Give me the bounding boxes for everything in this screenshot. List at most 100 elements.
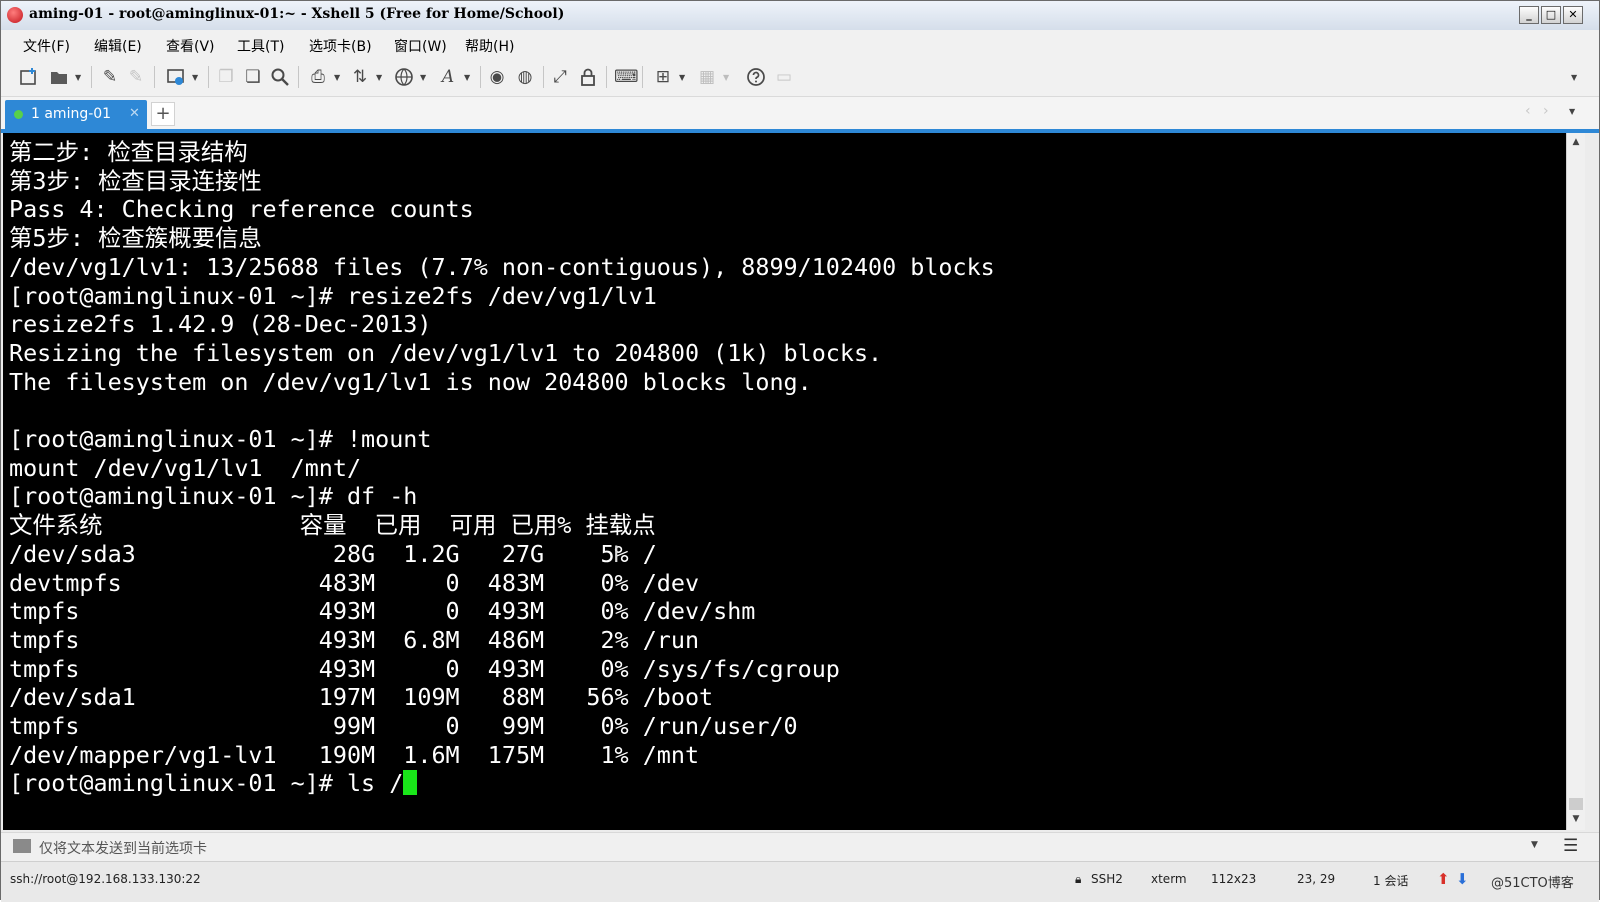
scrollbar-thumb[interactable] xyxy=(1569,798,1583,810)
open-folder-icon[interactable] xyxy=(49,67,69,87)
terminal-lines: 第二步: 检查目录结构 第3步: 检查目录连接性 Pass 4: Checkin… xyxy=(9,138,995,769)
transfer-dropdown-icon[interactable]: ▼ xyxy=(376,73,382,82)
toolbar-separator xyxy=(480,66,481,88)
terminal-line: [root@aminglinux-01 ~]# !mount xyxy=(9,425,432,454)
connected-status-icon xyxy=(14,110,23,119)
print-icon[interactable]: ⎙ xyxy=(308,67,328,87)
connection-address: ssh://root@192.168.133.130:22 xyxy=(10,872,201,886)
terminal-line: tmpfs 99M 0 99M 0% /run/user/0 xyxy=(9,712,798,741)
menu-icon[interactable]: ☰ xyxy=(1563,836,1578,856)
menu-tab[interactable]: 选项卡(B) xyxy=(309,36,372,56)
menu-bar: 文件(F) 编辑(E) 查看(V) 工具(T) 选项卡(B) 窗口(W) 帮助(… xyxy=(1,30,1599,58)
terminal-line: [root@aminglinux-01 ~]# df -h xyxy=(9,482,418,511)
keyboard-icon[interactable]: ⌨ xyxy=(614,67,639,87)
chat-icon: ▭ xyxy=(775,67,793,87)
find-icon[interactable] xyxy=(270,67,290,87)
scroll-up-icon[interactable]: ▲ xyxy=(1568,134,1584,151)
globe-icon[interactable] xyxy=(394,67,414,87)
terminal-type: xterm xyxy=(1151,872,1187,886)
new-tab-button[interactable]: + xyxy=(151,102,175,126)
toolbar-separator xyxy=(208,66,209,88)
menu-file[interactable]: 文件(F) xyxy=(23,36,70,56)
compose-icon[interactable] xyxy=(13,839,31,853)
add-dropdown-icon[interactable]: ▼ xyxy=(679,73,685,82)
new-session-icon[interactable] xyxy=(19,67,39,87)
menu-tools[interactable]: 工具(T) xyxy=(237,36,284,56)
terminal-line: /dev/mapper/vg1-lv1 190M 1.6M 175M 1% /m… xyxy=(9,740,700,769)
print-dropdown-icon[interactable]: ▼ xyxy=(334,73,340,82)
toolbar-separator xyxy=(298,66,299,88)
toolbar-separator xyxy=(606,66,607,88)
terminal-line: 文件系统 容量 已用 可用 已用% 挂载点 xyxy=(9,511,656,540)
properties-dropdown-icon[interactable]: ▼ xyxy=(192,73,198,82)
toolbar-separator xyxy=(642,66,643,88)
protocol-label: SSH2 xyxy=(1091,872,1123,886)
lock-status-icon: 🔒︎ xyxy=(1075,872,1082,886)
menu-edit[interactable]: 编辑(E) xyxy=(94,36,142,56)
terminal-line: resize2fs 1.42.9 (28-Dec-2013) xyxy=(9,310,432,339)
session-count: 1 会话 xyxy=(1373,874,1409,888)
tab-aming-01[interactable]: 1 aming-01 ✕ xyxy=(5,100,147,130)
terminal-size: 112x23 xyxy=(1211,872,1257,886)
paste-icon[interactable]: ❏ xyxy=(243,67,263,87)
terminal-line: Resizing the filesystem on /dev/vg1/lv1 … xyxy=(9,338,883,367)
compose-bar: 仅将文本发送到当前选项卡 ▼ ☰ xyxy=(1,832,1599,861)
tab-label: 1 aming-01 xyxy=(31,106,112,122)
xshell-app-icon[interactable] xyxy=(7,7,23,23)
upload-arrow-icon: ⬆ xyxy=(1437,870,1450,888)
terminal-line: devtmpfs 483M 0 483M 0% /dev xyxy=(9,568,700,597)
properties-icon[interactable] xyxy=(166,67,186,87)
menu-view[interactable]: 查看(V) xyxy=(166,36,215,56)
terminal-line: mount /dev/vg1/lv1 /mnt/ xyxy=(9,453,362,482)
help-icon[interactable] xyxy=(746,67,766,87)
download-arrow-icon: ⬇ xyxy=(1456,870,1469,888)
xftp-icon[interactable]: ◉ xyxy=(487,67,507,87)
font-icon[interactable]: A xyxy=(438,67,458,87)
xshell-window: aming-01 - root@aminglinux-01:~ - Xshell… xyxy=(0,0,1600,902)
lock-icon[interactable] xyxy=(578,67,598,87)
terminal-line: 第3步: 检查目录连接性 xyxy=(9,166,262,195)
font-dropdown-icon[interactable]: ▼ xyxy=(464,73,470,82)
toolbar-overflow-icon[interactable]: ▼ xyxy=(1571,73,1577,82)
maximize-button[interactable]: □ xyxy=(1541,6,1561,24)
terminal-line: /dev/sda3 28G 1.2G 27G 5% / xyxy=(9,539,657,568)
add-icon[interactable]: ⊞ xyxy=(653,67,673,87)
terminal[interactable]: 第二步: 检查目录结构 第3步: 检查目录连接性 Pass 4: Checkin… xyxy=(3,133,1566,830)
pen-icon[interactable]: ✎ xyxy=(100,67,120,87)
chevron-left-icon: ‹ xyxy=(1525,103,1531,119)
title-bar: aming-01 - root@aminglinux-01:~ - Xshell… xyxy=(1,1,1599,31)
menu-window[interactable]: 窗口(W) xyxy=(394,36,447,56)
terminal-line: [root@aminglinux-01 ~]# resize2fs /dev/v… xyxy=(9,281,657,310)
minimize-button[interactable]: _ xyxy=(1519,6,1539,24)
copy-icon: ❐ xyxy=(218,67,234,87)
window-title: aming-01 - root@aminglinux-01:~ - Xshell… xyxy=(29,6,565,22)
fullscreen-icon[interactable]: ⤢ xyxy=(550,67,570,87)
close-icon[interactable]: ✕ xyxy=(129,106,140,121)
xmanager-icon[interactable]: ◍ xyxy=(515,67,535,87)
toolbar-separator xyxy=(543,66,544,88)
scroll-down-icon[interactable]: ▼ xyxy=(1568,811,1584,828)
terminal-line: 第二步: 检查目录结构 xyxy=(9,138,248,166)
compose-input[interactable]: 仅将文本发送到当前选项卡 xyxy=(39,838,207,858)
menu-help[interactable]: 帮助(H) xyxy=(465,36,514,56)
transfer-icon[interactable]: ⇅ xyxy=(350,67,370,87)
terminal-line: /dev/sda1 197M 109M 88M 56% /boot xyxy=(9,683,714,712)
terminal-scrollbar[interactable]: ▲ ▼ xyxy=(1566,133,1585,830)
compose-dropdown-icon[interactable]: ▼ xyxy=(1531,840,1538,850)
terminal-line: 第5步: 检查簇概要信息 xyxy=(9,224,262,253)
terminal-line: tmpfs 493M 0 493M 0% /sys/fs/cgroup xyxy=(9,654,840,683)
open-dropdown-icon[interactable]: ▼ xyxy=(75,73,81,82)
layout-dropdown-icon: ▼ xyxy=(723,73,730,82)
status-bar: ssh://root@192.168.133.130:22 🔒︎ SSH2 xt… xyxy=(1,861,1599,902)
terminal-cursor xyxy=(403,770,418,796)
terminal-prompt: [root@aminglinux-01 ~]# ls / xyxy=(9,769,404,798)
terminal-output: 第二步: 检查目录结构 第3步: 检查目录连接性 Pass 4: Checkin… xyxy=(9,138,995,798)
pen-disabled-icon: ✎ xyxy=(128,67,144,87)
close-button[interactable]: ✕ xyxy=(1563,6,1583,24)
tab-list-dropdown-icon[interactable]: ▼ xyxy=(1569,107,1575,116)
terminal-line: tmpfs 493M 0 493M 0% /dev/shm xyxy=(9,597,756,626)
globe-dropdown-icon[interactable]: ▼ xyxy=(420,73,426,82)
terminal-line: The filesystem on /dev/vg1/lv1 is now 20… xyxy=(9,367,812,396)
watermark: @51CTO博客 xyxy=(1491,876,1574,891)
terminal-line: Pass 4: Checking reference counts xyxy=(9,195,474,224)
